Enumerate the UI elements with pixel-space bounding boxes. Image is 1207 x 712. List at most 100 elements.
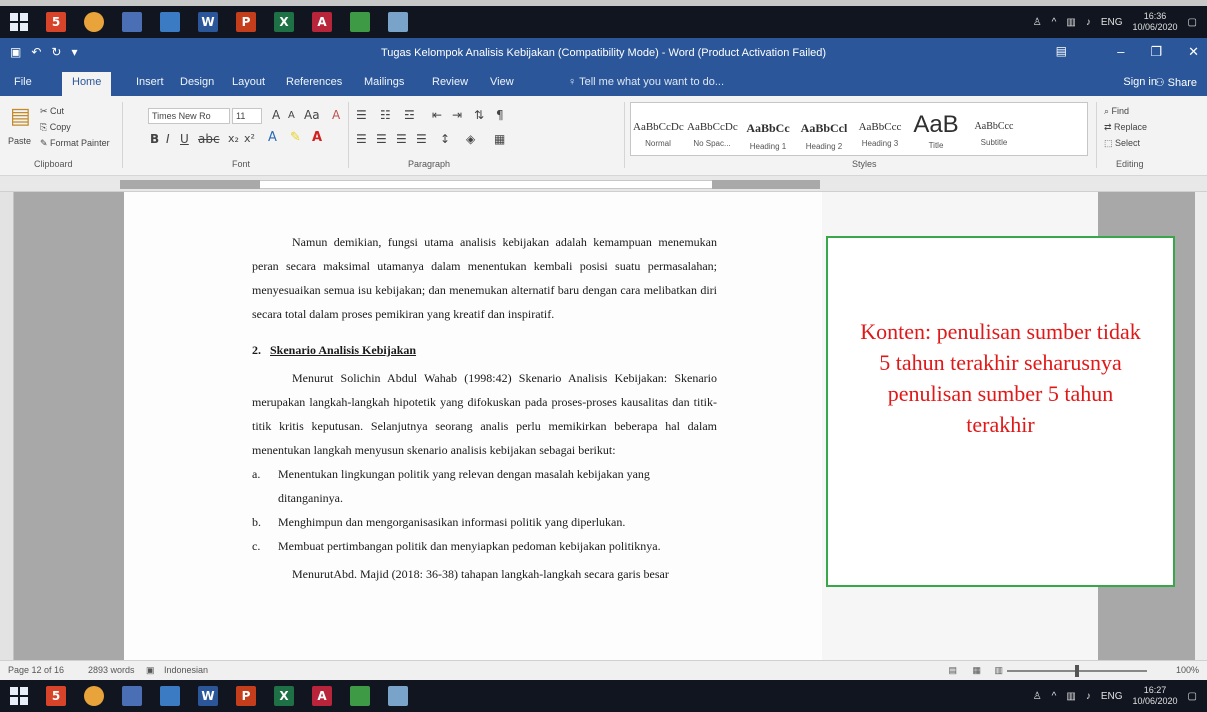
- page-count[interactable]: Page 12 of 16: [8, 665, 64, 675]
- notification-icon[interactable]: ▢: [1188, 691, 1197, 702]
- people-icon[interactable]: ♙: [1033, 691, 1042, 702]
- style-heading-2[interactable]: AaBbCcl Heading 2: [799, 111, 849, 159]
- underline-icon[interactable]: U: [180, 132, 189, 146]
- align-right-icon[interactable]: ☰: [396, 132, 407, 146]
- format-painter-button[interactable]: ✎ Format Painter: [40, 138, 110, 149]
- access-icon[interactable]: A: [312, 12, 332, 32]
- show-marks-icon[interactable]: ¶: [496, 108, 504, 122]
- clock[interactable]: 16:27 10/06/2020: [1133, 685, 1178, 707]
- justify-icon[interactable]: ☰: [416, 132, 427, 146]
- chrome-icon[interactable]: [84, 686, 104, 706]
- misc-app-icon[interactable]: [388, 12, 408, 32]
- style-heading-3[interactable]: AaBbCcc Heading 3: [855, 111, 905, 159]
- tab-references[interactable]: References: [286, 76, 342, 88]
- file-explorer-icon[interactable]: [122, 12, 142, 32]
- ribbon-display-options-icon[interactable]: ▤: [1056, 44, 1067, 58]
- shading-icon[interactable]: ◈: [466, 132, 475, 146]
- decrease-indent-icon[interactable]: ⇤: [432, 108, 442, 122]
- store-icon[interactable]: [160, 12, 180, 32]
- select-button[interactable]: ⬚ Select: [1104, 138, 1140, 149]
- tab-design[interactable]: Design: [180, 76, 214, 88]
- tell-me-search[interactable]: ♀ Tell me what you want to do...: [568, 76, 724, 88]
- volume-icon[interactable]: ♪: [1086, 691, 1091, 702]
- shrink-font-icon[interactable]: A: [288, 110, 295, 121]
- word-icon[interactable]: W: [198, 686, 218, 706]
- paste-label[interactable]: Paste: [8, 136, 31, 146]
- style-title[interactable]: AaB Title: [911, 111, 961, 159]
- zoom-level[interactable]: 100%: [1176, 665, 1199, 675]
- windows-start-icon[interactable]: [10, 13, 28, 31]
- web-layout-icon[interactable]: ▥: [994, 665, 1003, 676]
- multilevel-list-icon[interactable]: ☲: [404, 108, 415, 122]
- notification-icon[interactable]: ▢: [1188, 17, 1197, 28]
- strikethrough-icon[interactable]: abc: [198, 132, 220, 146]
- bold-icon[interactable]: B: [150, 132, 159, 146]
- line-spacing-icon[interactable]: ↕: [440, 132, 450, 146]
- read-mode-icon[interactable]: ▤: [948, 665, 957, 676]
- tab-layout[interactable]: Layout: [232, 76, 265, 88]
- access-icon[interactable]: A: [312, 686, 332, 706]
- font-size-box[interactable]: 11: [232, 108, 262, 124]
- clock[interactable]: 16:36 10/06/2020: [1133, 11, 1178, 33]
- tab-review[interactable]: Review: [432, 76, 468, 88]
- windows-start-icon[interactable]: [10, 687, 28, 705]
- sign-in-link[interactable]: Sign in: [1123, 76, 1157, 88]
- superscript-icon[interactable]: x²: [244, 132, 255, 145]
- language-indicator[interactable]: ENG: [1101, 691, 1123, 702]
- tab-file[interactable]: File: [14, 76, 32, 88]
- word-count[interactable]: 2893 words: [88, 665, 135, 675]
- excel-icon[interactable]: X: [274, 686, 294, 706]
- copy-button[interactable]: ⎘ Copy: [40, 122, 71, 133]
- document-body[interactable]: Namun demikian, fungsi utama analisis ke…: [252, 230, 717, 586]
- align-left-icon[interactable]: ☰: [356, 132, 367, 146]
- html5-app-icon[interactable]: 5: [46, 686, 66, 706]
- close-button[interactable]: ✕: [1188, 44, 1199, 60]
- word-icon[interactable]: W: [198, 12, 218, 32]
- tab-insert[interactable]: Insert: [136, 76, 164, 88]
- paste-icon[interactable]: ▤: [10, 104, 31, 129]
- align-center-icon[interactable]: ☰: [376, 132, 387, 146]
- minimize-button[interactable]: –: [1117, 44, 1124, 60]
- subscript-icon[interactable]: x₂: [228, 132, 239, 145]
- chart-app-icon[interactable]: [350, 686, 370, 706]
- language-indicator[interactable]: ENG: [1101, 17, 1123, 28]
- share-button[interactable]: ⚇ Share: [1155, 76, 1197, 89]
- network-icon[interactable]: ▥: [1066, 691, 1075, 702]
- font-color-icon[interactable]: A: [312, 130, 322, 145]
- cut-button[interactable]: ✂ Cut: [40, 106, 64, 117]
- replace-button[interactable]: ⇄ Replace: [1104, 122, 1147, 133]
- tab-view[interactable]: View: [490, 76, 514, 88]
- language-status[interactable]: Indonesian: [164, 665, 208, 675]
- italic-icon[interactable]: I: [166, 132, 170, 146]
- network-icon[interactable]: ▥: [1066, 17, 1075, 28]
- chrome-icon[interactable]: [84, 12, 104, 32]
- restore-button[interactable]: ❐: [1150, 44, 1162, 60]
- sort-icon[interactable]: ⇅: [474, 108, 484, 122]
- increase-indent-icon[interactable]: ⇥: [452, 108, 462, 122]
- excel-icon[interactable]: X: [274, 12, 294, 32]
- misc-app-icon[interactable]: [388, 686, 408, 706]
- find-button[interactable]: ⌕ Find: [1104, 106, 1129, 117]
- zoom-slider-thumb[interactable]: [1075, 665, 1079, 677]
- people-icon[interactable]: ♙: [1033, 17, 1042, 28]
- tab-home[interactable]: Home: [62, 72, 112, 96]
- powerpoint-icon[interactable]: P: [236, 12, 256, 32]
- grow-font-icon[interactable]: A: [272, 108, 280, 122]
- tab-mailings[interactable]: Mailings: [364, 76, 404, 88]
- volume-icon[interactable]: ♪: [1086, 17, 1091, 28]
- vertical-scrollbar[interactable]: [1195, 192, 1207, 660]
- bullets-icon[interactable]: ☰: [356, 108, 367, 122]
- borders-icon[interactable]: ▦: [494, 132, 505, 146]
- html5-app-icon[interactable]: 5: [46, 12, 66, 32]
- file-explorer-icon[interactable]: [122, 686, 142, 706]
- numbering-icon[interactable]: ☷: [380, 108, 391, 122]
- style-heading-1[interactable]: AaBbCc Heading 1: [743, 111, 793, 159]
- style-subtitle[interactable]: AaBbCcc Subtitle: [969, 111, 1019, 159]
- font-name-box[interactable]: Times New Ro: [148, 108, 230, 124]
- chart-app-icon[interactable]: [350, 12, 370, 32]
- store-icon[interactable]: [160, 686, 180, 706]
- tray-chevron-icon[interactable]: ^: [1052, 17, 1057, 28]
- change-case-icon[interactable]: Aa: [304, 108, 320, 122]
- proofing-icon[interactable]: ▣: [146, 665, 155, 676]
- text-effects-icon[interactable]: A: [268, 130, 277, 145]
